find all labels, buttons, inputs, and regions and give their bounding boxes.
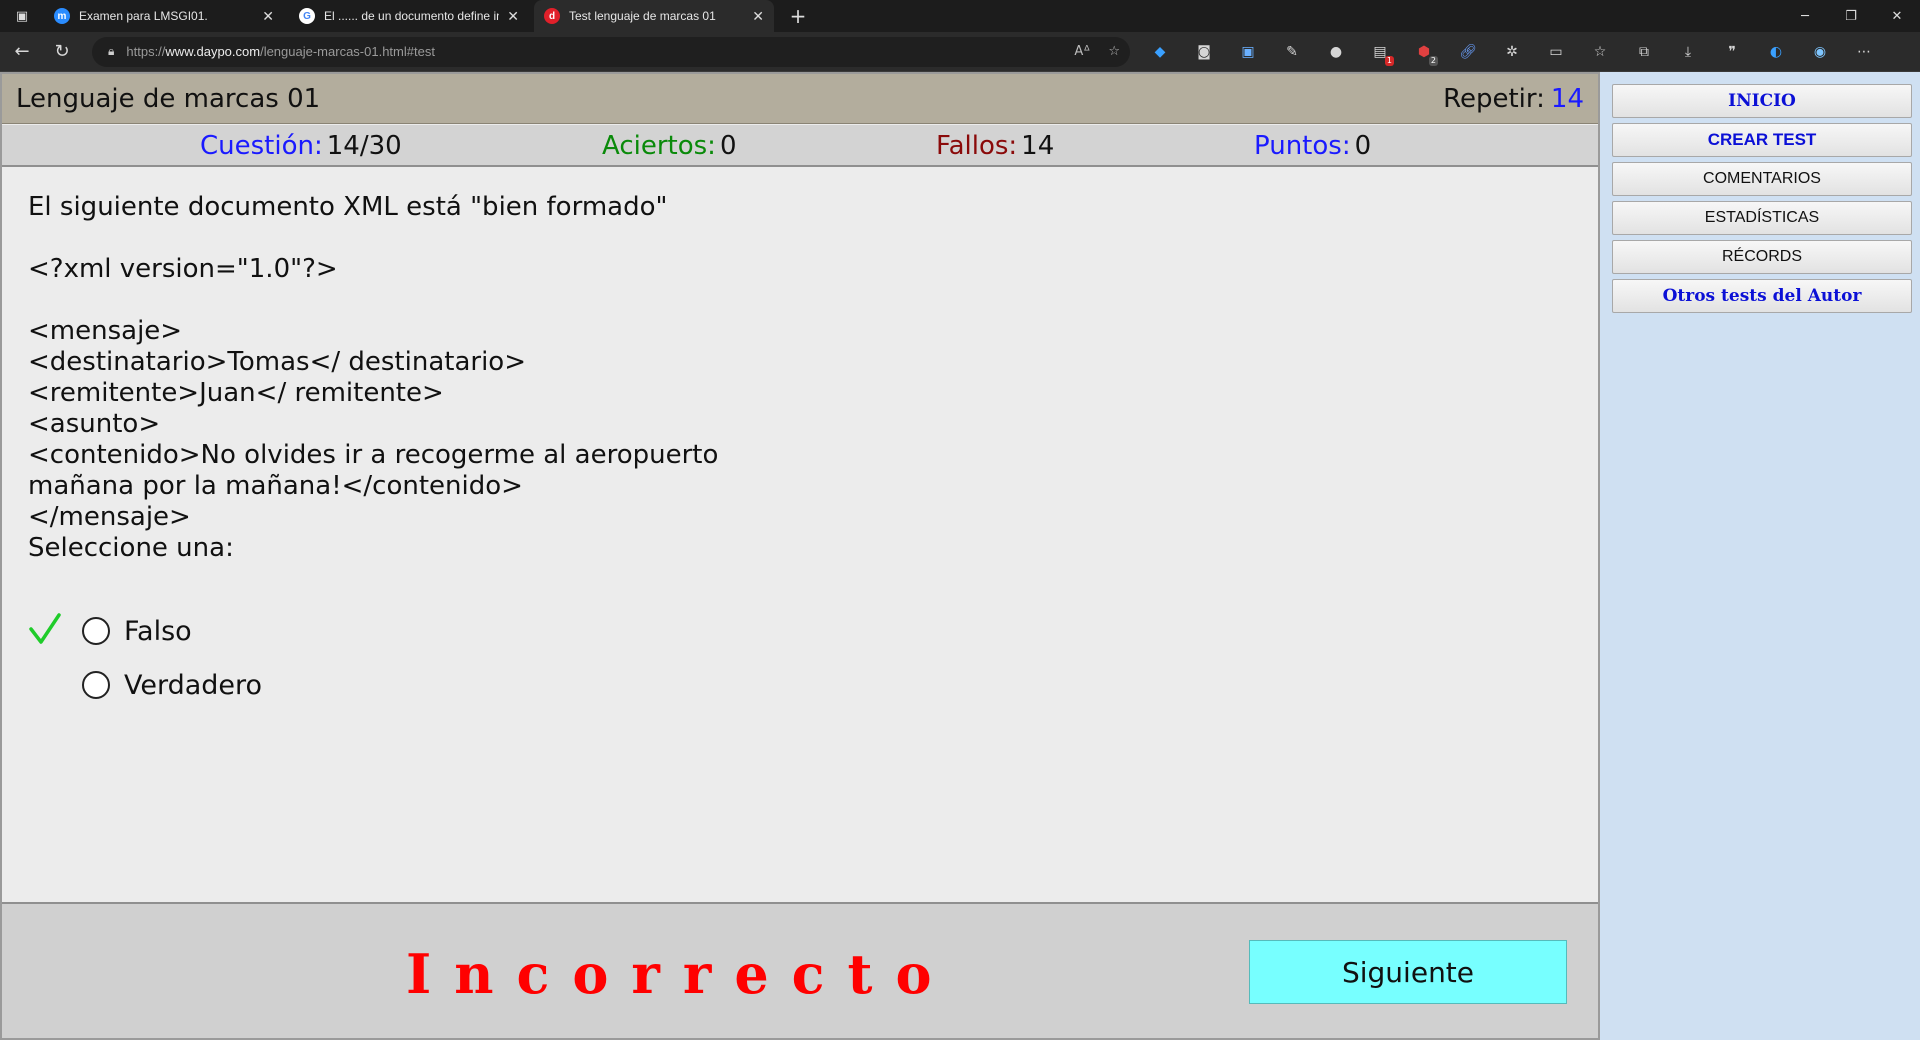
browser-tab-bar: ▣ m Examen para LMSGI01. ✕ G El ...... d… <box>0 0 1920 32</box>
address-bar[interactable]: 🔒︎ https://www.daypo.com/lenguaje-marcas… <box>92 36 1130 67</box>
sidebar-item-comentarios[interactable]: COMENTARIOS <box>1612 162 1912 196</box>
sidebar-item-records[interactable]: RÉCORDS <box>1612 240 1912 274</box>
collections-icon[interactable]: ⧉ <box>1630 38 1658 66</box>
web-page: Lenguaje de marcas 01 Repetir: 14 Cuestió… <box>0 72 1920 1040</box>
test-title-bar: Lenguaje de marcas 01 Repetir: 14 <box>2 74 1598 124</box>
extension-link-icon[interactable]: 🔗︎ <box>1454 38 1482 66</box>
restore-icon[interactable]: ❐ <box>1828 9 1874 24</box>
extension-tools-icon[interactable]: ✎ <box>1278 38 1306 66</box>
repeat-label: Repetir: <box>1443 83 1545 114</box>
points-stat: Puntos: 0 <box>1254 131 1371 161</box>
close-tab-icon[interactable]: ✕ <box>507 8 519 25</box>
wrong-stat-label: Fallos: <box>936 131 1018 161</box>
extension-adblock-icon[interactable]: ⬢ 2 <box>1410 38 1438 66</box>
question-stat: Cuestión: 14/30 <box>200 131 402 161</box>
answer-label[interactable]: Falso <box>124 616 192 647</box>
read-aloud-icon[interactable]: Aᐞ <box>1074 44 1090 59</box>
extension-screenshot-icon[interactable]: ▣ <box>1234 38 1262 66</box>
close-window-icon[interactable]: ✕ <box>1874 9 1920 24</box>
back-icon[interactable]: ← <box>4 36 40 68</box>
minimize-icon[interactable]: ─ <box>1782 9 1828 24</box>
test-title: Lenguaje de marcas 01 <box>16 83 321 114</box>
sidebar-menu: INICIO CREAR TEST COMENTARIOS ESTADÍSTIC… <box>1612 84 1912 318</box>
lock-icon[interactable]: 🔒︎ <box>108 44 114 59</box>
answer-label[interactable]: Verdadero <box>124 670 262 701</box>
tab-title: El ...... de un documento define in <box>324 9 500 23</box>
question-stat-label: Cuestión: <box>200 131 323 161</box>
points-stat-label: Puntos: <box>1254 131 1351 161</box>
wrong-stat-value: 14 <box>1021 131 1055 161</box>
correct-check-icon <box>29 613 61 644</box>
repeat-value: 14 <box>1550 83 1584 114</box>
extensions-puzzle-icon[interactable]: ✲ <box>1498 38 1526 66</box>
tab-actions-icon[interactable]: ▣ <box>0 0 44 32</box>
question-text: El siguiente documento XML está "bien fo… <box>28 192 719 563</box>
browser-tab[interactable]: G El ...... de un documento define in ✕ <box>289 0 529 32</box>
extension-record-icon[interactable]: ● <box>1322 38 1350 66</box>
next-button[interactable]: Siguiente <box>1249 940 1567 1004</box>
daypo-favicon-icon: d <box>544 8 560 24</box>
correct-stat: Aciertos: 0 <box>602 131 737 161</box>
points-stat-value: 0 <box>1354 131 1372 161</box>
test-panel: Lenguaje de marcas 01 Repetir: 14 Cuestió… <box>0 72 1600 1040</box>
close-tab-icon[interactable]: ✕ <box>752 8 764 25</box>
sidebar-item-inicio[interactable]: INICIO <box>1612 84 1912 118</box>
extension-gem-icon[interactable]: ◆ <box>1146 38 1174 66</box>
tab-title: Examen para LMSGI01. <box>79 9 208 23</box>
correct-stat-value: 0 <box>719 131 737 161</box>
extension-notes-icon[interactable]: ▤ 1 <box>1366 38 1394 66</box>
more-menu-icon[interactable]: ⋯ <box>1850 38 1878 66</box>
split-screen-icon[interactable]: ▭ <box>1542 38 1570 66</box>
quote-icon[interactable]: ❞ <box>1718 38 1746 66</box>
new-tab-button[interactable]: + <box>780 4 816 28</box>
address-toolbar: ← ↻ 🔒︎ https://www.daypo.com/lenguaje-ma… <box>0 32 1920 72</box>
profile-avatar-icon[interactable]: ◉ <box>1806 38 1834 66</box>
stats-bar: Cuestión: 14/30 Aciertos: 0 Fallos: 14 Punt… <box>2 125 1598 167</box>
question-stat-value: 14/30 <box>326 131 402 161</box>
repeat-counter: Repetir: 14 <box>1443 84 1584 114</box>
tab-title: Test lenguaje de marcas 01 <box>569 9 716 23</box>
moodle-favicon-icon: m <box>54 8 70 24</box>
wrong-stat: Fallos: 14 <box>936 131 1054 161</box>
result-footer: Incorrecto Siguiente <box>2 902 1598 1038</box>
edge-sidebar-icon[interactable]: ◐ <box>1762 38 1790 66</box>
favorite-add-icon[interactable]: ☆ <box>1108 44 1120 59</box>
correct-stat-label: Aciertos: <box>602 131 716 161</box>
sidebar-item-estadisticas[interactable]: ESTADÍSTICAS <box>1612 201 1912 235</box>
downloads-icon[interactable]: ⤓ <box>1674 38 1702 66</box>
browser-tab[interactable]: m Examen para LMSGI01. ✕ <box>44 0 284 32</box>
google-favicon-icon: G <box>299 8 315 24</box>
sidebar-item-crear-test[interactable]: CREAR TEST <box>1612 123 1912 157</box>
sidebar-item-otros-tests[interactable]: Otros tests del Autor <box>1612 279 1912 313</box>
answer-radio[interactable] <box>82 671 110 699</box>
answer-radio[interactable] <box>82 617 110 645</box>
result-message: Incorrecto <box>406 942 955 1006</box>
favorites-icon[interactable]: ☆ <box>1586 38 1614 66</box>
close-tab-icon[interactable]: ✕ <box>262 8 274 25</box>
browser-tab-active[interactable]: d Test lenguaje de marcas 01 ✕ <box>534 0 774 32</box>
refresh-icon[interactable]: ↻ <box>44 36 80 68</box>
url-text[interactable]: https://www.daypo.com/lenguaje-marcas-01… <box>126 44 1056 59</box>
extension-camera-icon[interactable]: ◙ <box>1190 38 1218 66</box>
